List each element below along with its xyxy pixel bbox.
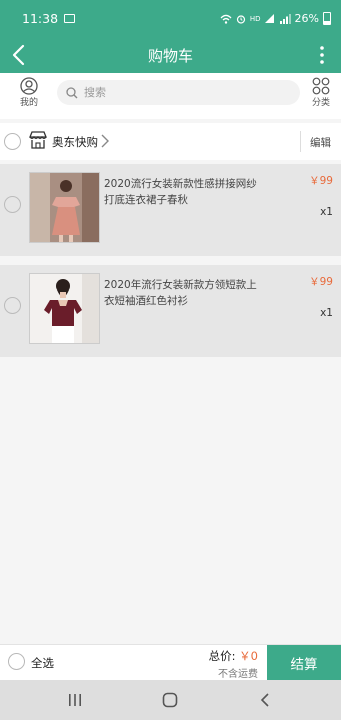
item-select-checkbox[interactable]: [4, 196, 21, 213]
status-time: 11:38: [22, 11, 59, 26]
search-row: 我的 分类: [0, 73, 341, 119]
total-amount: ￥0: [239, 649, 258, 663]
home-icon[interactable]: [162, 692, 178, 708]
shop-select-checkbox[interactable]: [4, 133, 21, 150]
battery-icon: [323, 12, 331, 25]
grid-category-icon: [312, 77, 330, 95]
status-bar: 11:38 HD 26%: [0, 0, 341, 37]
wifi-signal-icon: [264, 13, 274, 23]
chevron-right-icon[interactable]: [100, 133, 110, 149]
mine-label: 我的: [19, 98, 38, 108]
search-box[interactable]: [57, 80, 300, 105]
shop-name[interactable]: 奥东快购: [52, 134, 98, 150]
search-icon: [66, 86, 78, 98]
item-quantity: x1: [320, 307, 333, 319]
cart-item: 2020流行女装新款性感拼接网纱打底连衣裙子春秋 ￥99 x1: [0, 164, 341, 256]
user-icon: [20, 77, 38, 95]
checkout-bar: 全选 总价: ￥0 不含运费 结算: [0, 644, 341, 681]
network-type-label: HD: [249, 14, 261, 23]
cell-signal-icon: [279, 13, 291, 24]
item-name[interactable]: 2020流行女装新款性感拼接网纱打底连衣裙子春秋: [104, 176, 264, 208]
wifi-icon: [220, 14, 232, 24]
total-price: 总价: ￥0: [209, 648, 258, 664]
item-price: ￥99: [309, 276, 333, 288]
item-select-checkbox[interactable]: [4, 297, 21, 314]
checkout-button[interactable]: 结算: [267, 645, 341, 681]
alarm-icon: [236, 14, 245, 24]
search-input[interactable]: [84, 86, 284, 99]
product-image-blouse[interactable]: [29, 273, 100, 344]
category-button[interactable]: 分类: [306, 77, 336, 108]
edit-button[interactable]: 编辑: [310, 135, 331, 150]
more-vert-icon[interactable]: [313, 44, 331, 66]
shipping-note: 不含运费: [218, 669, 258, 680]
app-bar: 购物车: [0, 37, 341, 73]
divider: [300, 131, 301, 152]
item-quantity: x1: [320, 206, 333, 218]
item-name[interactable]: 2020年流行女装新款方领短款上衣短袖酒红色衬衫: [104, 277, 264, 309]
image-notification-icon: [64, 14, 76, 23]
recent-apps-icon[interactable]: [68, 692, 82, 708]
back-arrow-icon[interactable]: [8, 41, 32, 69]
battery-percent: 26%: [294, 12, 319, 25]
cart-item: 2020年流行女装新款方领短款上衣短袖酒红色衬衫 ￥99 x1: [0, 265, 341, 357]
item-price: ￥99: [309, 175, 333, 187]
total-label: 总价:: [208, 649, 236, 663]
system-nav-bar: [0, 680, 341, 720]
mine-button[interactable]: 我的: [13, 77, 45, 108]
product-image-dress[interactable]: [29, 172, 100, 243]
category-label: 分类: [311, 98, 330, 108]
shop-header: 奥东快购 编辑: [0, 123, 341, 160]
page-title: 购物车: [147, 46, 193, 65]
select-all-label[interactable]: 全选: [31, 655, 54, 671]
store-icon: [29, 131, 47, 149]
select-all-checkbox[interactable]: [8, 653, 25, 670]
system-back-icon[interactable]: [259, 692, 271, 708]
status-indicators: HD 26%: [220, 12, 331, 25]
